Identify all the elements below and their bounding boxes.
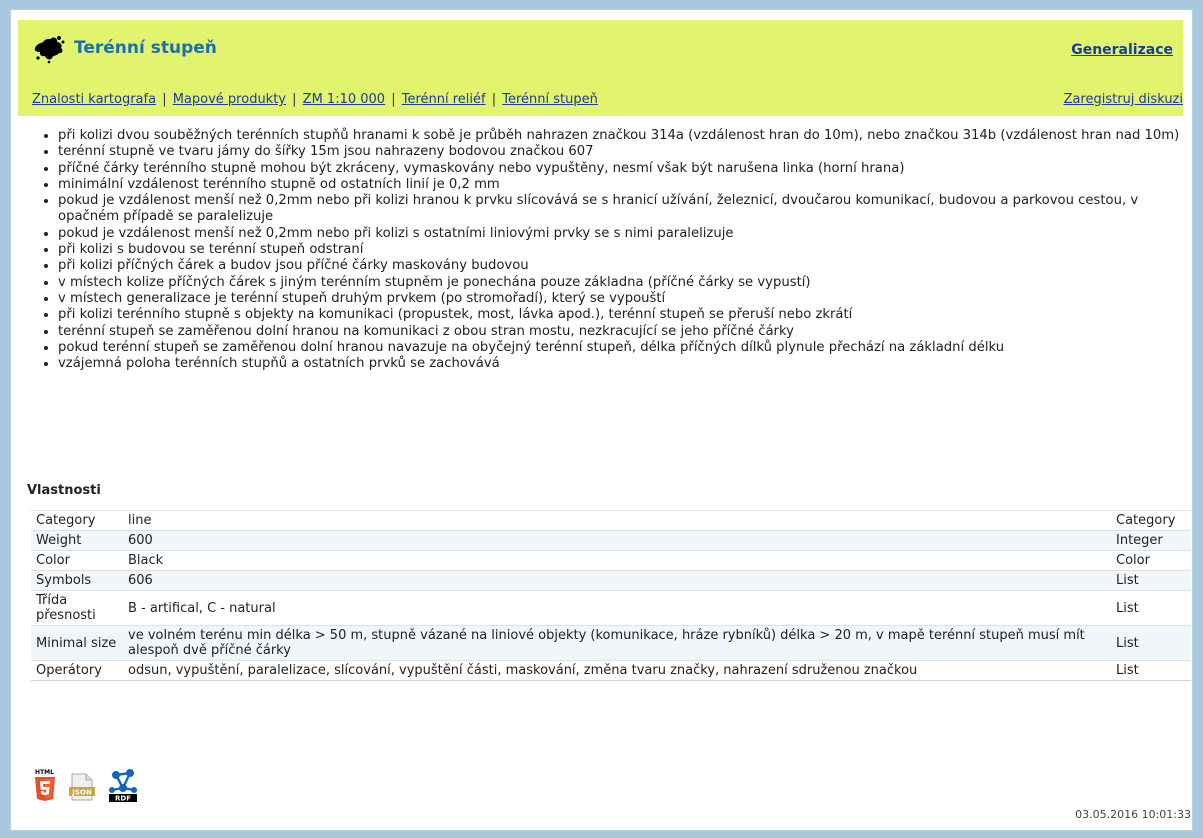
- rules-list: při kolizi dvou souběžných terénních stu…: [40, 128, 1198, 372]
- svg-text:HTML: HTML: [35, 769, 54, 776]
- export-icons: HTML JSON RDF: [34, 768, 146, 804]
- breadcrumb-separator: |: [158, 92, 171, 107]
- properties-heading: Vlastnosti: [27, 483, 101, 498]
- breadcrumb-item-knowledge[interactable]: Znalosti kartografa: [32, 92, 156, 107]
- header: Terénní stupeň Generalizace Znalosti kar…: [18, 20, 1183, 116]
- list-item: pokud je vzdálenost menší než 0,2mm nebo…: [58, 193, 1198, 226]
- table-row: Color Black Color: [31, 550, 1191, 571]
- timestamp: 03.05.2016 10:01:33: [1075, 808, 1191, 821]
- list-item: pokud terénní stupeň se zaměřenou dolní …: [58, 340, 1198, 356]
- property-type: Category: [1111, 510, 1191, 531]
- table-row: Symbols 606 List: [31, 570, 1191, 591]
- list-item: terénní stupeň se zaměřenou dolní hranou…: [58, 324, 1198, 340]
- property-key: Minimal size: [31, 625, 123, 661]
- table-row: Weight 600 Integer: [31, 530, 1191, 551]
- list-item: vzájemná poloha terénních stupňů a ostat…: [58, 356, 1198, 372]
- property-value: ve volném terénu min délka > 50 m, stupn…: [123, 625, 1111, 661]
- property-value: Black: [123, 550, 1111, 571]
- property-type: List: [1111, 570, 1191, 591]
- property-type: List: [1111, 625, 1191, 661]
- property-type: List: [1111, 590, 1191, 626]
- property-key: Třída přesnosti: [31, 590, 123, 626]
- page-title: Terénní stupeň: [74, 38, 217, 58]
- rdf-icon[interactable]: RDF: [108, 768, 138, 802]
- list-item: při kolizi příčných čárek a budov jsou p…: [58, 258, 1198, 274]
- table-row: Minimal size ve volném terénu min délka …: [31, 625, 1191, 661]
- property-value: line: [123, 510, 1111, 531]
- table-row: Operátory odsun, vypuštění, paralelizace…: [31, 660, 1191, 681]
- property-key: Color: [31, 550, 123, 571]
- generalization-link[interactable]: Generalizace: [1071, 42, 1173, 58]
- property-value: odsun, vypuštění, paralelizace, slícován…: [123, 660, 1111, 681]
- property-key: Symbols: [31, 570, 123, 591]
- list-item: minimální vzdálenost terénního stupně od…: [58, 177, 1198, 193]
- html5-icon[interactable]: HTML: [34, 768, 56, 802]
- list-item: příčné čárky terénního stupně mohou být …: [58, 161, 1198, 177]
- json-icon[interactable]: JSON: [69, 772, 96, 802]
- breadcrumb-separator: |: [288, 92, 301, 107]
- property-key: Category: [31, 510, 123, 531]
- logo-icon: [34, 36, 65, 64]
- list-item: při kolizi terénního stupně s objekty na…: [58, 307, 1198, 323]
- breadcrumb-separator: |: [387, 92, 400, 107]
- table-row: Category line Category: [31, 510, 1191, 531]
- breadcrumb-item-terrain-relief[interactable]: Terénní reliéf: [402, 92, 486, 107]
- list-item: pokud je vzdálenost menší než 0,2mm nebo…: [58, 226, 1198, 242]
- property-value: 606: [123, 570, 1111, 591]
- properties-table: Category line Category Weight 600 Intege…: [31, 510, 1191, 681]
- property-type: Color: [1111, 550, 1191, 571]
- svg-text:JSON: JSON: [71, 788, 92, 796]
- list-item: v místech generalizace je terénní stupeň…: [58, 291, 1198, 307]
- list-item: při kolizi s budovou se terénní stupeň o…: [58, 242, 1198, 258]
- property-key: Weight: [31, 530, 123, 551]
- breadcrumb-item-zm10[interactable]: ZM 1:10 000: [303, 92, 385, 107]
- property-type: List: [1111, 660, 1191, 681]
- breadcrumb-item-terrain-step[interactable]: Terénní stupeň: [502, 92, 598, 107]
- property-value: 600: [123, 530, 1111, 551]
- list-item: v místech kolize příčných čárek s jiným …: [58, 275, 1198, 291]
- table-row: Třída přesnosti B - artifical, C - natur…: [31, 590, 1191, 626]
- property-value: B - artifical, C - natural: [123, 590, 1111, 626]
- property-type: Integer: [1111, 530, 1191, 551]
- svg-text:RDF: RDF: [115, 795, 131, 803]
- breadcrumb-item-map-products[interactable]: Mapové produkty: [173, 92, 286, 107]
- breadcrumb: Znalosti kartografa | Mapové produkty | …: [32, 92, 598, 107]
- property-key: Operátory: [31, 660, 123, 681]
- list-item: při kolizi dvou souběžných terénních stu…: [58, 128, 1198, 144]
- register-discussion-link[interactable]: Zaregistruj diskuzi: [1064, 92, 1183, 107]
- breadcrumb-separator: |: [487, 92, 501, 107]
- list-item: terénní stupně ve tvaru jámy do šířky 15…: [58, 144, 1198, 160]
